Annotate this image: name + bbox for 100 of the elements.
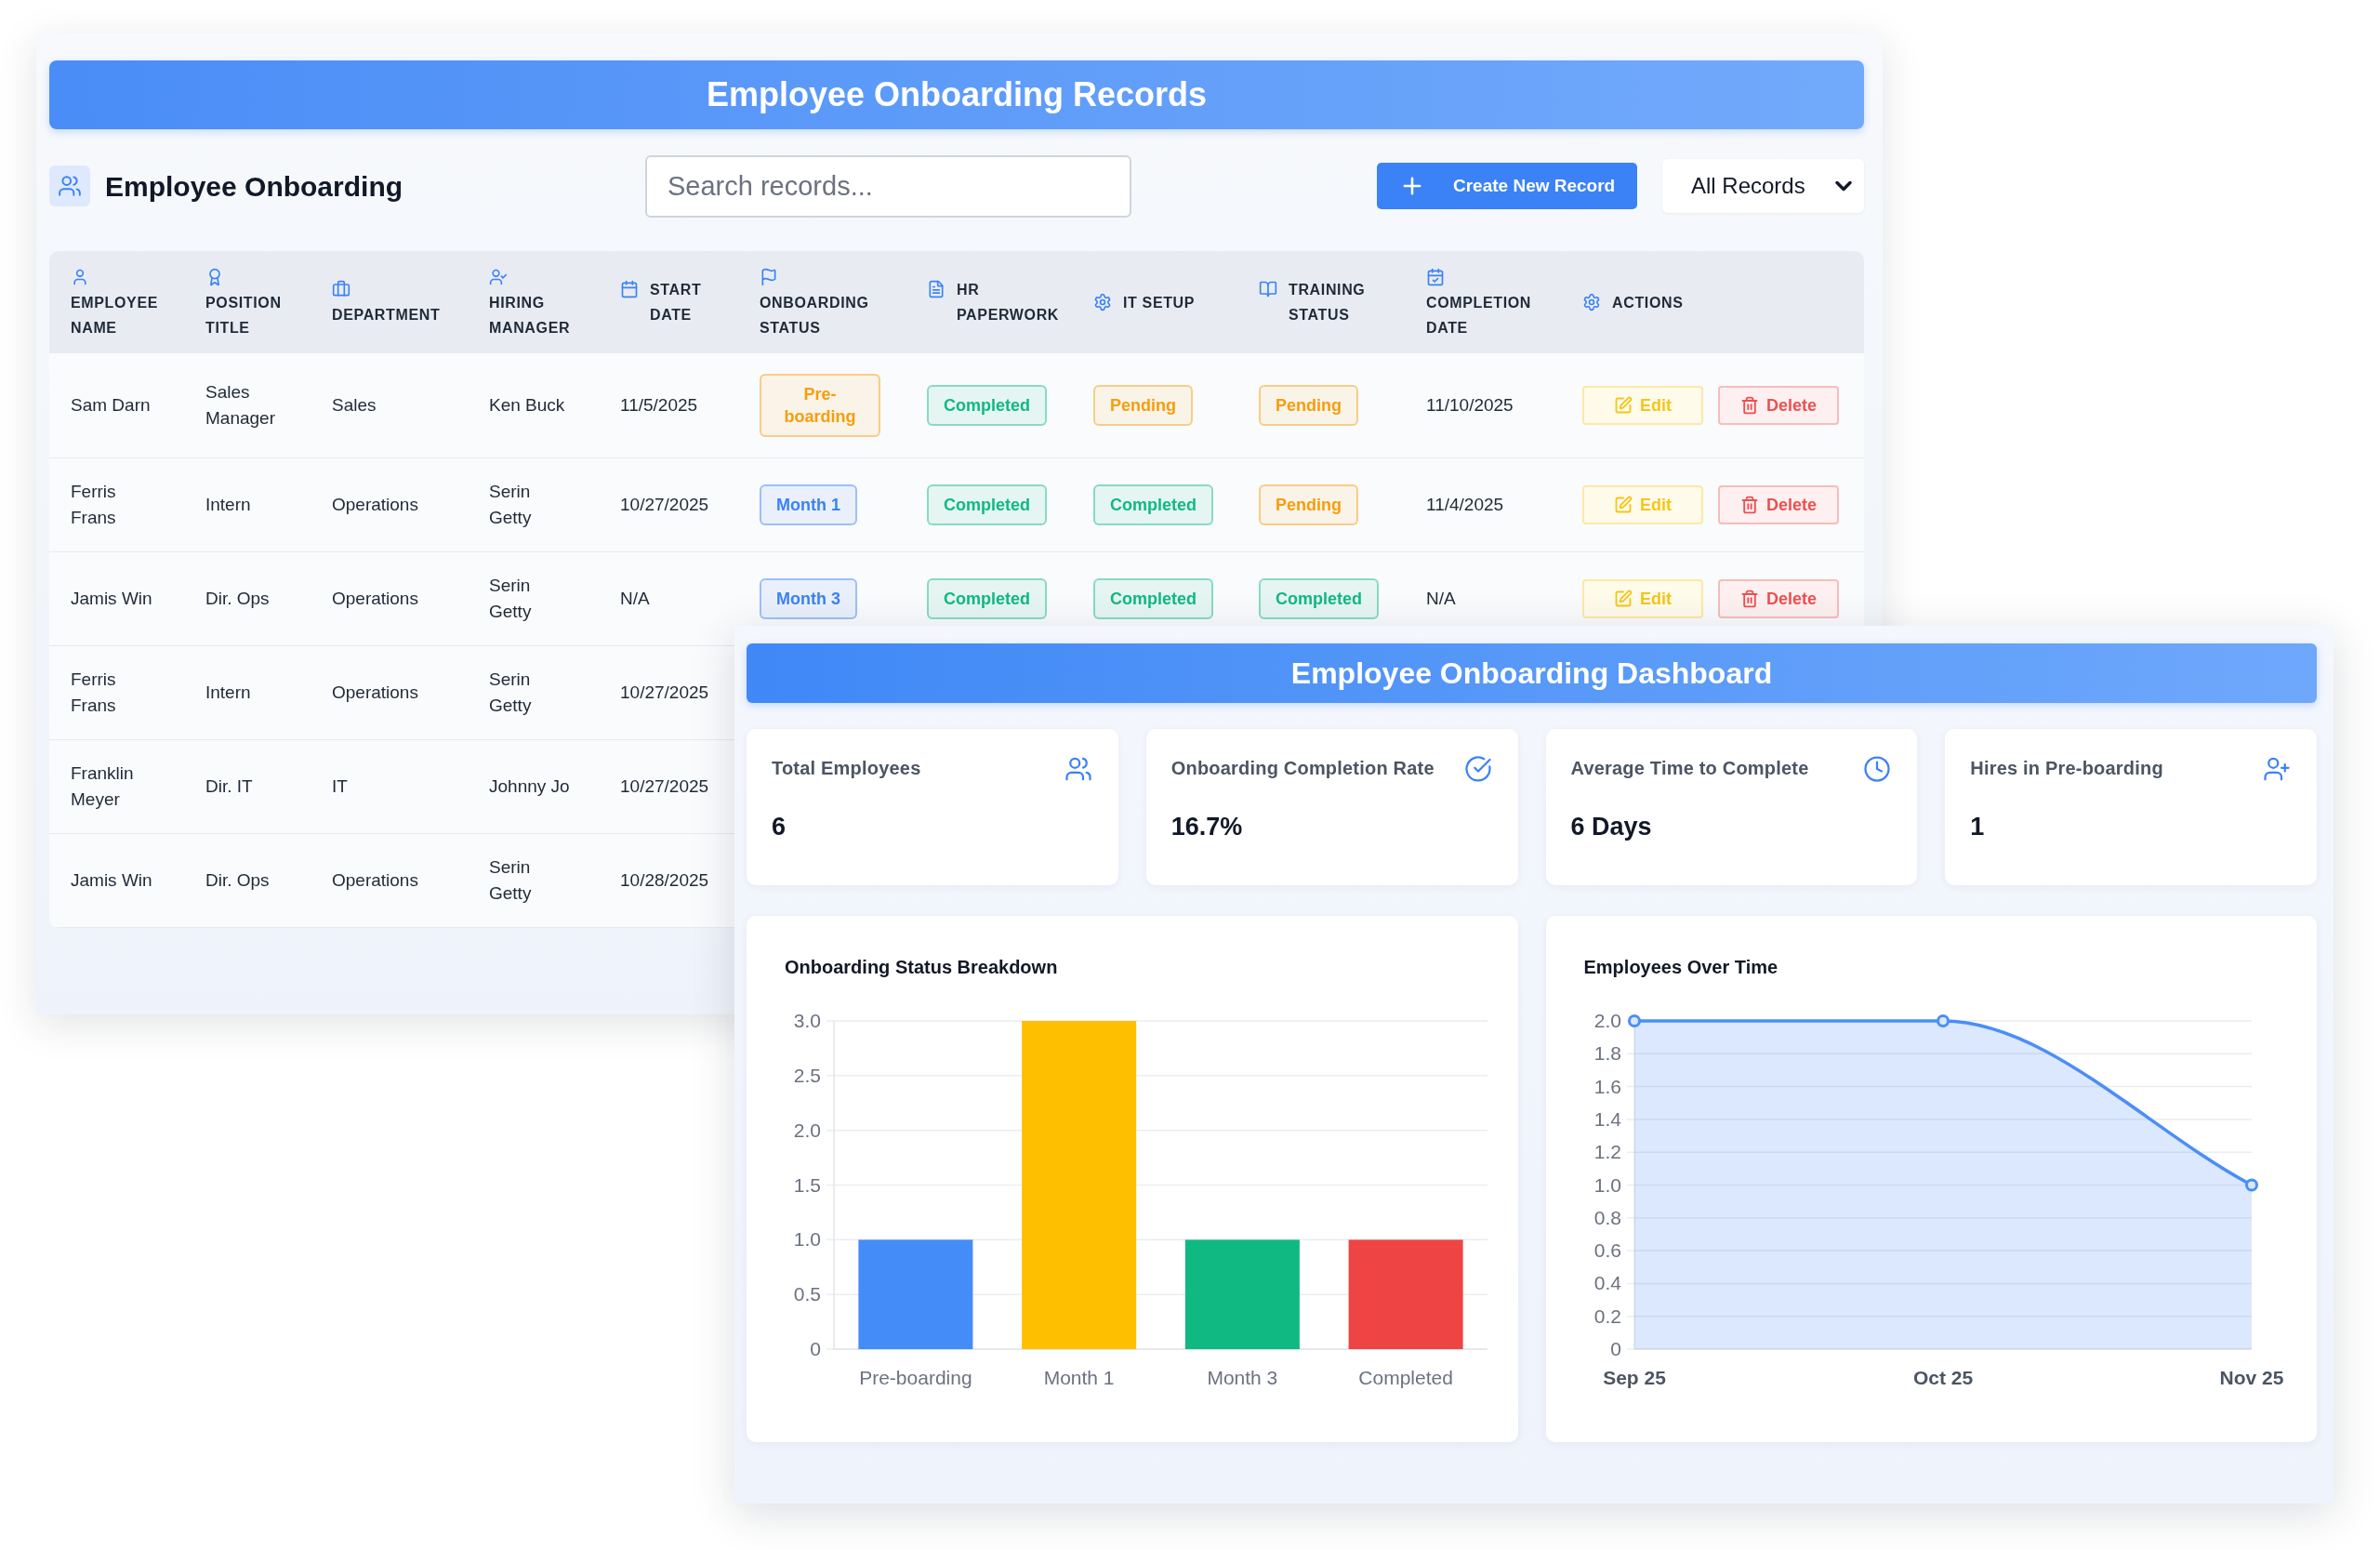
- search-field[interactable]: Search records...: [645, 154, 1131, 218]
- delete-button[interactable]: Delete: [1718, 485, 1839, 524]
- category-label: Oct 25: [1912, 1367, 1973, 1388]
- stat-label: Hires in Pre-boarding: [1970, 757, 2163, 779]
- status-badge: Pending: [1259, 484, 1358, 525]
- stat-label: Onboarding Completion Rate: [1170, 757, 1435, 779]
- table-cell-text: Ferris Frans: [71, 481, 117, 529]
- status-badge: Month 3: [760, 578, 857, 619]
- column-header: DEPARTMENT: [332, 306, 441, 325]
- tick-label: 2.0: [1593, 1010, 1621, 1031]
- table-cell-text: Operations: [332, 588, 418, 610]
- status-badge: Month 1: [760, 484, 857, 525]
- tick-label: 1.8: [1593, 1042, 1621, 1065]
- category-label: Month 3: [1207, 1367, 1278, 1388]
- table-cell-text: 11/10/2025: [1426, 394, 1514, 417]
- column-header: HR PAPERWORK: [957, 281, 1060, 325]
- table-cell-text: 10/27/2025: [620, 682, 709, 704]
- stat-value: 16.7%: [1170, 812, 1243, 841]
- table-cell-text: N/A: [620, 588, 650, 610]
- stat-value: 6 Days: [1570, 812, 1652, 841]
- tick-label: 1.0: [793, 1228, 821, 1251]
- table-cell-text: 11/5/2025: [620, 394, 698, 417]
- pencil-icon: [1614, 396, 1633, 415]
- trash-icon: [1740, 590, 1759, 608]
- tick-label: 1.2: [1593, 1141, 1621, 1163]
- table-cell-text: Franklin Meyer: [71, 762, 135, 811]
- status-badge: Completed: [1093, 484, 1213, 525]
- status-badge: Pending: [1259, 385, 1358, 426]
- document-icon: [927, 280, 945, 298]
- tick-label: 0.5: [793, 1283, 821, 1305]
- table-cell-text: Serin Getty: [489, 669, 533, 717]
- table-cell-text: Operations: [332, 869, 418, 892]
- gear-icon: [1582, 292, 1601, 311]
- tick-label: 1.5: [793, 1173, 821, 1196]
- column-header: ONBOARDING STATUS: [760, 293, 870, 338]
- delete-button[interactable]: Delete: [1718, 579, 1839, 618]
- column-header: ACTIONS: [1612, 293, 1684, 312]
- tick-label: 0: [1609, 1338, 1621, 1359]
- tick-label: 1.0: [1593, 1173, 1621, 1196]
- category-label: Nov 25: [2219, 1367, 2283, 1388]
- table-cell-text: Dir. Ops: [205, 588, 270, 610]
- trash-icon: [1740, 396, 1759, 415]
- briefcase-icon: [332, 280, 350, 298]
- tick-label: 0.8: [1593, 1206, 1621, 1228]
- window-title: Employee Onboarding Records: [706, 74, 1208, 115]
- pencil-icon: [1614, 590, 1633, 608]
- column-header: START DATE: [650, 281, 703, 325]
- category-label: Sep 25: [1602, 1367, 1666, 1388]
- category-label: Month 1: [1043, 1367, 1115, 1388]
- chart-title: Onboarding Status Breakdown: [785, 956, 1058, 978]
- window-title: Employee Onboarding Dashboard: [1290, 656, 1773, 692]
- table-cell-text: 10/27/2025: [620, 494, 709, 516]
- section-heading: Employee Onboarding: [105, 169, 403, 204]
- table-cell-text: Operations: [332, 494, 418, 516]
- pencil-icon: [1614, 496, 1633, 514]
- tick-label: 0: [810, 1338, 821, 1359]
- column-header: EMPLOYEE NAME: [71, 293, 160, 338]
- create-button[interactable]: Create New Record: [1377, 163, 1637, 209]
- calendar-check-icon: [1426, 267, 1445, 286]
- table-cell-text: 11/4/2025: [1426, 494, 1504, 516]
- column-header: IT SETUP: [1123, 293, 1196, 312]
- table-cell-text: Serin Getty: [489, 575, 533, 623]
- delete-button[interactable]: Delete: [1718, 386, 1839, 425]
- table-cell-text: 10/27/2025: [620, 775, 709, 798]
- person-icon: [71, 267, 89, 286]
- status-badge: Completed: [1259, 578, 1379, 619]
- table-cell-text: Jamis Win: [71, 869, 152, 892]
- stat-value: 6: [772, 812, 787, 841]
- filter-dropdown[interactable]: All Records: [1662, 159, 1864, 213]
- table-cell-text: Dir. IT: [205, 775, 253, 798]
- table-cell-text: Sales: [332, 394, 377, 417]
- stat-label: Total Employees: [772, 757, 921, 779]
- person-check-icon: [489, 267, 508, 286]
- table-cell-text: Ferris Frans: [71, 669, 117, 717]
- category-label: Completed: [1358, 1367, 1453, 1388]
- table-cell-text: N/A: [1426, 588, 1456, 610]
- book-icon: [1259, 280, 1277, 298]
- column-header: POSITION TITLE: [205, 293, 283, 338]
- table-cell-text: IT: [332, 775, 348, 798]
- calendar-icon: [620, 280, 639, 298]
- table-cell-text: Operations: [332, 682, 418, 704]
- person-plus-icon: [2263, 755, 2291, 783]
- people-icon: [49, 166, 90, 206]
- chart-title: Employees Over Time: [1583, 956, 1778, 978]
- flag-icon: [760, 267, 778, 286]
- column-header: COMPLETION DATE: [1426, 293, 1533, 338]
- status-badge: Pre-boarding: [760, 374, 880, 437]
- table-cell-text: Dir. Ops: [205, 869, 270, 892]
- table-cell-text: Johnny Jo: [489, 775, 570, 798]
- tick-label: 0.4: [1593, 1272, 1621, 1294]
- status-badge: Completed: [927, 484, 1047, 525]
- table-cell-text: Ken Buck: [489, 394, 565, 417]
- table-cell-text: Intern: [205, 682, 251, 704]
- table-cell-text: Serin Getty: [489, 481, 533, 529]
- table-cell-text: 10/28/2025: [620, 869, 709, 892]
- clock-icon: [1863, 755, 1892, 783]
- table-cell-text: Jamis Win: [71, 588, 152, 610]
- tick-label: 1.6: [1593, 1075, 1621, 1097]
- tick-label: 0.2: [1593, 1305, 1621, 1327]
- table-cell-text: Intern: [205, 494, 251, 516]
